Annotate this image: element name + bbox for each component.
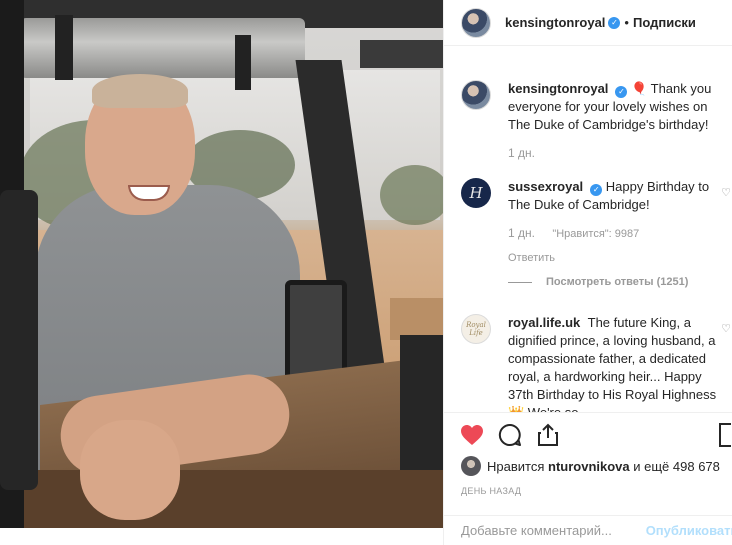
comment-body: kensingtonroyal ✓ 🎈 Thank you everyone fo… [508,80,718,162]
liker-avatar[interactable] [461,456,481,476]
view-replies-label: Посмотреть ответы (1251) [546,276,689,288]
liker-username[interactable]: nturovnikova [548,459,630,474]
likes-count[interactable]: и ещё 498 678 [633,459,720,474]
post-photo[interactable] [0,0,443,528]
photo-car-door-lower [0,470,443,528]
comment-like-icon[interactable]: ♡ [721,322,731,335]
header-user: kensingtonroyal ✓ • Подписки [505,15,696,30]
comment-button[interactable] [498,423,522,447]
comment-username[interactable]: kensingtonroyal [508,81,608,96]
author-avatar[interactable] [461,7,491,38]
photo-seatbelt [0,190,38,490]
post-header: kensingtonroyal ✓ • Подписки [444,0,732,46]
add-comment-bar: Опубликовать [444,515,732,545]
post-date[interactable]: ДЕНЬ НАЗАД [461,486,521,496]
comment-username[interactable]: royal.life.uk [508,315,580,330]
avatar-text: Royal Life [466,321,486,337]
photo-strap [55,15,73,80]
bookmark-icon[interactable] [719,423,731,447]
view-replies-button[interactable]: Посмотреть ответы (1251) [508,276,688,288]
replies-line [508,281,532,283]
avatar-monogram: H [469,184,483,202]
publish-button[interactable]: Опубликовать [646,523,732,538]
comment-avatar[interactable]: H [461,178,491,208]
share-icon [538,423,558,446]
verified-badge-icon: ✓ [608,16,621,29]
photo-person-hair [92,74,188,108]
likes-prefix: Нравится [487,458,545,474]
comment-likes[interactable]: "Нравится": 9987 [552,228,639,240]
photo-person-hand [80,420,180,520]
comment-meta: 1 дн. "Нравится": 9987 [508,224,718,243]
comment-username[interactable]: sussexroyal [508,179,583,194]
header-separator: • [624,15,629,30]
like-button[interactable] [460,423,484,447]
comment-like-icon[interactable]: ♡ [721,186,731,199]
post-side-panel: kensingtonroyal ✓ • Подписки kensingtonr… [443,0,732,545]
comment-time[interactable]: 1 дн. [508,146,535,160]
comment-avatar[interactable]: Royal Life [461,314,491,344]
comment-icon [498,423,521,446]
likes-summary[interactable]: Нравится nturovnikova и ещё 498 678 [461,456,720,476]
photo-tree [380,165,443,225]
comment-input[interactable] [461,523,640,538]
comment-body: sussexroyal ✓ Happy Birthday to The Duke … [508,178,718,267]
post-actions [444,412,732,456]
balloon-emoji: 🎈 [631,81,648,96]
comment-avatar[interactable] [461,80,491,110]
follow-button[interactable]: Подписки [633,15,696,30]
comment-item: H sussexroyal ✓ Happy Birthday to The Duk… [461,178,731,267]
share-button[interactable] [536,423,560,447]
comment-time[interactable]: 1 дн. [508,226,535,240]
caption-comment: kensingtonroyal ✓ 🎈 Thank you everyone fo… [461,80,731,162]
verified-badge-icon: ✓ [590,184,603,196]
verified-badge-icon: ✓ [615,86,628,98]
reply-button[interactable]: Ответить [508,249,718,267]
comments-list[interactable]: kensingtonroyal ✓ 🎈 Thank you everyone fo… [444,60,732,412]
heart-filled-icon [461,424,483,445]
comment-body: royal.life.uk The future King, a dignifi… [508,314,718,412]
photo-wood-box [390,298,443,340]
photo-bottom-strip [0,528,443,545]
comment-meta: 1 дн. [508,144,718,162]
photo-frame [360,40,443,68]
comment-item: Royal Life royal.life.uk The future King… [461,314,731,412]
author-username[interactable]: kensingtonroyal [505,15,605,30]
photo-strap [235,35,251,90]
